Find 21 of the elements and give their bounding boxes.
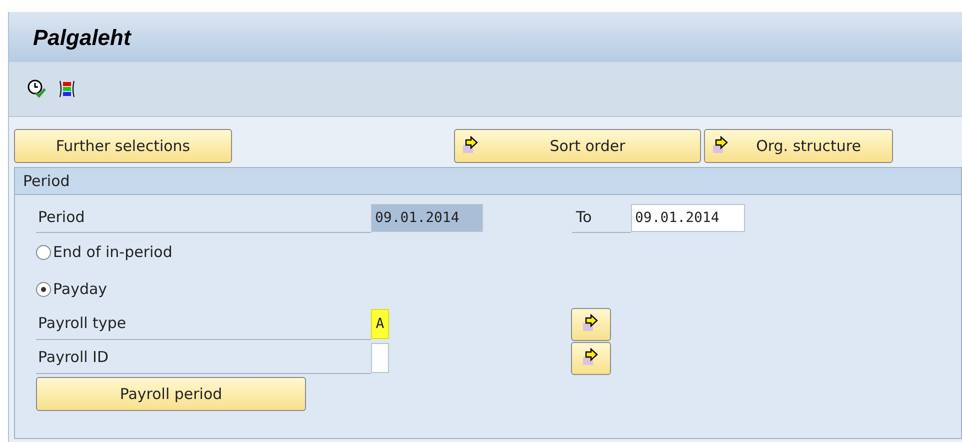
field-label: Period bbox=[36, 203, 371, 233]
toolbar-button[interactable]: Org. structure bbox=[704, 129, 893, 163]
window-title: Palgaleht bbox=[33, 24, 131, 52]
input-field[interactable] bbox=[371, 343, 389, 373]
toolbar-button[interactable]: Further selections bbox=[14, 129, 232, 163]
section-title: Period bbox=[23, 170, 70, 192]
radio-button[interactable] bbox=[36, 244, 51, 260]
arrow-button[interactable] bbox=[571, 308, 611, 340]
radio-label: End of in-period bbox=[53, 242, 172, 263]
radio-button[interactable] bbox=[36, 282, 51, 296]
payroll-period-button[interactable]: Payroll period bbox=[36, 377, 306, 411]
date-field[interactable]: 09.01.2014 bbox=[371, 204, 483, 232]
color-bars-icon[interactable] bbox=[57, 79, 77, 99]
date-field[interactable]: 09.01.2014 bbox=[631, 204, 745, 232]
arrow-button[interactable] bbox=[571, 342, 611, 374]
input-field[interactable]: A bbox=[371, 309, 389, 339]
radio-label: Payday bbox=[53, 278, 108, 300]
clock-check-icon[interactable] bbox=[27, 79, 47, 99]
field-label: Payroll type bbox=[36, 308, 371, 340]
field-label: Payroll ID bbox=[36, 342, 371, 374]
toolbar-button[interactable]: Sort order bbox=[454, 129, 701, 163]
